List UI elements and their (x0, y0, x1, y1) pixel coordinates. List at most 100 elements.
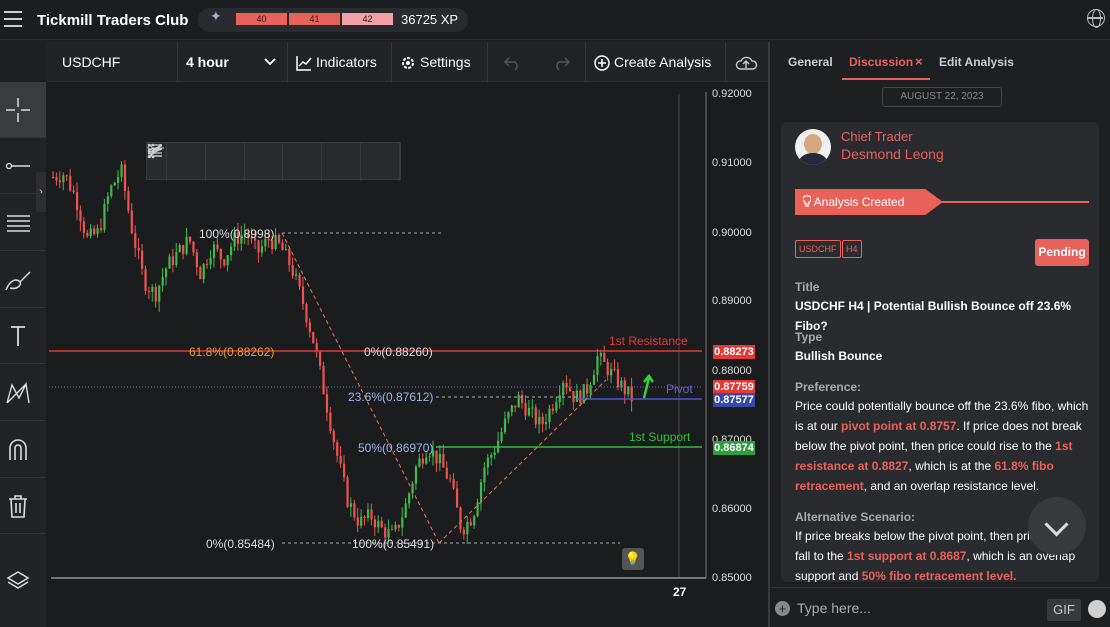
candle-body (192, 241, 195, 253)
symbol-selector[interactable]: USDCHF (46, 42, 178, 82)
magnet-tool[interactable] (0, 422, 46, 478)
tab-edit-analysis[interactable]: Edit Analysis (939, 55, 1014, 69)
gif-button[interactable]: GIF (1047, 599, 1081, 621)
candle-body (339, 455, 342, 464)
title-label: Title (795, 280, 820, 294)
candle-body (452, 479, 455, 489)
candle-body (558, 395, 561, 403)
candle-body (418, 458, 421, 467)
candle-body (476, 502, 479, 517)
price-tick: 0.86000 (712, 503, 752, 515)
drawing-toolbar (146, 142, 401, 181)
chart-toolbar: USDCHF 4 hour Indicators Settings Create… (46, 42, 768, 82)
undo-button[interactable] (488, 42, 536, 82)
candle-body (226, 255, 229, 266)
top-bar: Tickmill Traders Club ✦ 40 41 42 36725 X… (0, 0, 1110, 40)
trend-line-icon[interactable] (148, 143, 284, 181)
candle-body (524, 403, 527, 416)
candle-body (69, 175, 72, 191)
indicators-button[interactable]: Indicators (288, 42, 392, 82)
support-label: 1st Support (629, 430, 691, 444)
text-tool[interactable] (0, 308, 46, 364)
author-name[interactable]: Desmond Leong (841, 146, 944, 162)
timeframe-selector[interactable]: 4 hour (178, 42, 288, 82)
candle-body (414, 466, 418, 484)
price-tag-current: 0.87759 (713, 380, 755, 394)
upload-button[interactable] (726, 42, 768, 82)
lightbulb-icon[interactable]: 💡 (622, 548, 644, 570)
scroll-down-button[interactable] (1028, 497, 1086, 555)
extended-line-icon[interactable] (148, 143, 323, 181)
layers-icon (6, 571, 30, 589)
chat-input[interactable]: Type here... (797, 600, 871, 616)
analysis-created-label: Analysis Created (813, 195, 905, 209)
candle-body (610, 368, 613, 376)
segment-tool-icon[interactable] (148, 143, 245, 181)
text-icon (11, 326, 25, 346)
candle-body (188, 236, 192, 242)
bullish-arrow-icon (642, 373, 655, 399)
candle-body (185, 236, 188, 254)
candle-body (212, 244, 216, 258)
redo-button[interactable] (536, 42, 586, 82)
timeframe-label: 4 hour (186, 54, 229, 70)
fib-tool[interactable] (0, 195, 46, 251)
candle-body (517, 394, 520, 408)
globe-icon[interactable] (1087, 9, 1105, 28)
candle-body (493, 452, 496, 455)
candle-body (195, 252, 198, 268)
plus-circle-icon (594, 55, 610, 71)
add-attachment-icon[interactable]: + (775, 601, 790, 616)
candle-body (52, 176, 55, 178)
tab-discussion[interactable]: Discussion (849, 55, 913, 69)
candle-body (288, 248, 291, 266)
fib-label-0a: 0%(0.88260) (364, 345, 433, 359)
candle-body (257, 240, 260, 253)
candle-body (209, 257, 212, 265)
emoji-icon[interactable] (1088, 600, 1106, 618)
redo-icon (556, 57, 571, 71)
candle-body (99, 228, 103, 231)
candle-body (89, 228, 92, 237)
alt-highlight: 1st support at 0.8687 (847, 549, 967, 563)
candle-body (171, 256, 175, 266)
candle-body (206, 263, 209, 265)
price-tag-resistance: 0.88273 (713, 345, 755, 359)
delete-tool[interactable] (0, 478, 46, 534)
candles (52, 159, 633, 548)
candle-body (479, 482, 483, 503)
pattern-tool[interactable] (0, 365, 46, 421)
timeframe-tag: H4 (842, 240, 862, 258)
preference-text: Price could potentially bounce off the 2… (795, 396, 1093, 496)
candle-body (322, 365, 325, 395)
undo-icon (503, 57, 518, 71)
settings-button[interactable]: Settings (392, 42, 488, 82)
price-chart[interactable]: 100%(0.8998) 61.8%(0.88262) 0%(0.88260) … (46, 82, 768, 627)
parallel-channel-icon[interactable] (148, 143, 362, 181)
create-analysis-button[interactable]: Create Analysis (586, 42, 726, 82)
tab-general[interactable]: General (788, 55, 833, 69)
candle-body (562, 382, 565, 396)
fib-label-236: 23.6%(0.87612) (348, 390, 434, 404)
candle-body (380, 520, 383, 528)
fibonacci-icon (7, 215, 30, 232)
candle-body (483, 467, 486, 483)
fib-channel-icon[interactable] (147, 143, 400, 181)
analysis-created-badge: Analysis Created (795, 189, 943, 215)
candle-body (168, 256, 171, 269)
candle-body (531, 407, 534, 409)
ray-tool-icon[interactable] (147, 143, 206, 181)
candle-body (230, 246, 233, 256)
layers-tool[interactable] (0, 552, 46, 608)
candle-body (360, 516, 363, 526)
brush-tool[interactable] (0, 252, 46, 308)
settings-label: Settings (420, 54, 471, 70)
candle-body (596, 356, 599, 375)
avatar[interactable] (795, 129, 831, 165)
horizontal-line-tool[interactable] (0, 138, 46, 194)
close-tab-icon[interactable]: × (915, 54, 923, 69)
crosshair-tool[interactable] (0, 82, 46, 138)
candle-body (363, 516, 366, 519)
pref-highlight: pivot point at 0.8757 (841, 419, 957, 433)
menu-icon[interactable] (4, 11, 22, 27)
